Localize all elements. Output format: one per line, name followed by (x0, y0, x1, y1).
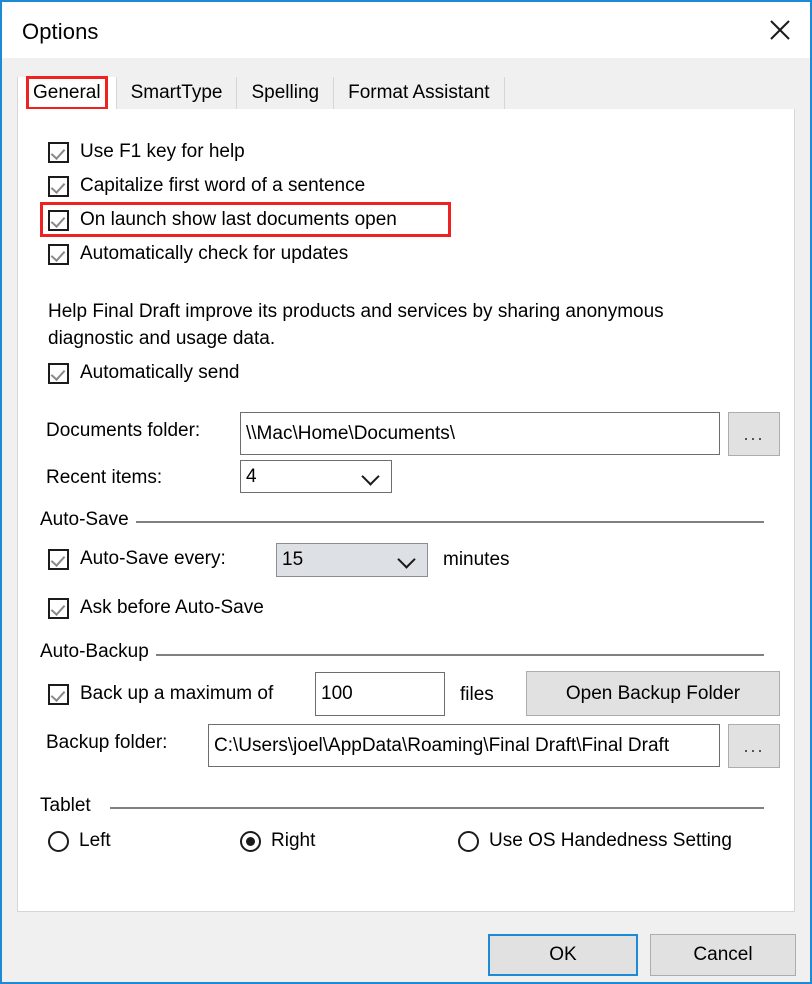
tablet-group-divider (110, 807, 764, 809)
tab-general-label: General (26, 76, 108, 110)
title-bar: Options (2, 2, 810, 58)
general-tab-panel: Use F1 key for help Capitalize first wor… (17, 109, 795, 912)
auto-save-group-title: Auto-Save (40, 509, 136, 531)
checkbox-automatically-send[interactable]: Automatically send (48, 362, 239, 384)
checkbox-capitalize-first-word[interactable]: Capitalize first word of a sentence (48, 175, 365, 197)
checkbox-label: Back up a maximum of (80, 683, 274, 704)
recent-items-select[interactable]: 4 (240, 460, 392, 493)
recent-items-value: 4 (246, 465, 257, 487)
tab-spelling-label: Spelling (251, 82, 320, 103)
checkbox-label: Automatically send (80, 362, 240, 383)
tab-format-assistant[interactable]: Format Assistant (334, 77, 505, 109)
tab-strip: General SmartType Spelling Format Assist… (17, 76, 795, 110)
tab-spelling[interactable]: Spelling (237, 77, 335, 109)
tab-smarttype-label: SmartType (130, 82, 223, 103)
open-backup-folder-button[interactable]: Open Backup Folder (526, 671, 780, 716)
page-title: Options (22, 19, 99, 44)
diagnostics-description-line1: Help Final Draft improve its products an… (48, 301, 664, 322)
chevron-down-icon (397, 550, 416, 569)
close-button[interactable] (750, 2, 810, 58)
checkbox-icon (48, 243, 69, 265)
checkbox-use-f1-key[interactable]: Use F1 key for help (48, 141, 245, 163)
radio-label: Right (271, 830, 316, 851)
radio-icon (458, 830, 479, 852)
auto-save-interval-select[interactable]: 15 (276, 543, 428, 577)
close-icon (768, 18, 792, 42)
cancel-button[interactable]: Cancel (650, 934, 796, 976)
documents-folder-input[interactable]: \\Mac\Home\Documents\ (240, 412, 720, 455)
radio-tablet-right[interactable]: Right (240, 830, 315, 852)
checkbox-icon (48, 597, 69, 619)
auto-backup-group-title: Auto-Backup (40, 641, 156, 663)
radio-label: Use OS Handedness Setting (489, 830, 732, 851)
checkbox-label: Auto-Save every: (80, 548, 226, 569)
backup-folder-input[interactable]: C:\Users\joel\AppData\Roaming\Final Draf… (208, 724, 720, 767)
radio-label: Left (79, 830, 111, 851)
options-dialog: Options General SmartType Spelling Forma… (0, 0, 812, 984)
auto-save-group-divider (118, 521, 764, 523)
checkbox-icon (48, 362, 69, 384)
diagnostics-description: Help Final Draft improve its products an… (48, 298, 763, 352)
tab-smarttype[interactable]: SmartType (116, 77, 238, 109)
checkbox-label: Ask before Auto-Save (80, 597, 264, 618)
auto-backup-group-divider (148, 654, 764, 656)
checkbox-label: On launch show last documents open (80, 209, 397, 230)
auto-save-unit-label: minutes (443, 549, 510, 570)
checkbox-label: Automatically check for updates (80, 243, 349, 264)
backup-max-files-input[interactable]: 100 (315, 672, 445, 716)
radio-icon (48, 830, 69, 852)
dialog-footer: OK Cancel (2, 912, 810, 982)
tab-format-assistant-label: Format Assistant (348, 82, 490, 103)
checkbox-auto-save-every[interactable]: Auto-Save every: (48, 548, 226, 570)
checkbox-icon (48, 548, 69, 570)
checkbox-icon (48, 141, 69, 163)
documents-folder-browse-button[interactable]: ... (728, 412, 780, 456)
checkbox-icon (48, 209, 69, 231)
ok-button[interactable]: OK (488, 934, 638, 976)
checkbox-label: Use F1 key for help (80, 141, 245, 162)
checkbox-icon (48, 683, 69, 705)
tab-general[interactable]: General (17, 76, 117, 110)
tablet-group-title: Tablet (40, 795, 98, 817)
checkbox-on-launch-show-last-documents[interactable]: On launch show last documents open (48, 209, 397, 231)
chevron-down-icon (361, 466, 380, 486)
backup-files-label: files (460, 684, 494, 705)
radio-tablet-os-handedness[interactable]: Use OS Handedness Setting (458, 830, 732, 852)
checkbox-label: Capitalize first word of a sentence (80, 175, 366, 196)
backup-folder-label: Backup folder: (46, 732, 168, 753)
checkbox-ask-before-auto-save[interactable]: Ask before Auto-Save (48, 597, 264, 619)
checkbox-automatically-check-updates[interactable]: Automatically check for updates (48, 243, 348, 265)
auto-save-interval-value: 15 (282, 549, 304, 570)
diagnostics-description-line2: diagnostic and usage data. (48, 328, 276, 349)
checkbox-backup-maximum[interactable]: Back up a maximum of (48, 683, 273, 705)
checkbox-icon (48, 175, 69, 197)
documents-folder-label: Documents folder: (46, 420, 201, 441)
recent-items-label: Recent items: (46, 467, 163, 488)
backup-folder-browse-button[interactable]: ... (728, 724, 780, 768)
radio-tablet-left[interactable]: Left (48, 830, 111, 852)
radio-icon (240, 830, 261, 852)
